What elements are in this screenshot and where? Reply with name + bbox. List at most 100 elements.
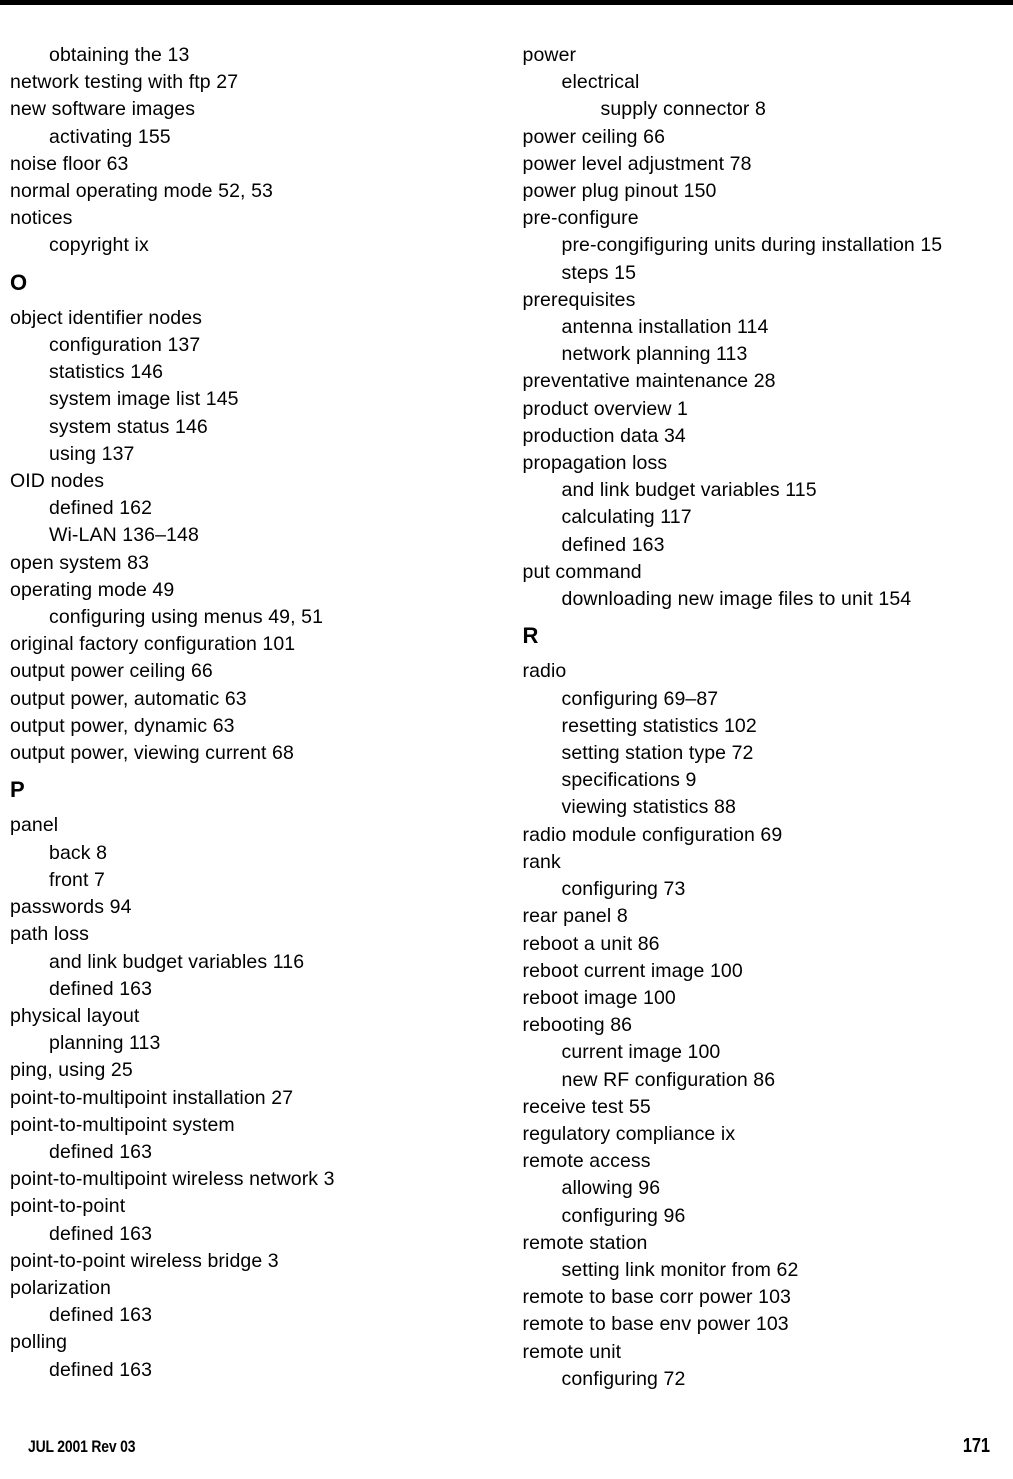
index-entry: power level adjustment 78 bbox=[522, 152, 752, 175]
index-subentry: allowing 96 bbox=[561, 1177, 661, 1200]
index-entry: point-to-multipoint installation 27 bbox=[10, 1086, 294, 1109]
index-entry: power bbox=[522, 44, 577, 66]
index-section-letter: R bbox=[522, 623, 539, 649]
index-entry: polarization bbox=[10, 1276, 111, 1299]
page-number: 171 bbox=[963, 1435, 990, 1457]
index-subentry: electrical bbox=[561, 71, 640, 94]
index-entry: output power, dynamic 63 bbox=[10, 714, 235, 737]
index-subentry: activating 155 bbox=[49, 125, 171, 148]
page-footer: JUL 2001 Rev 03 171 bbox=[0, 1432, 1013, 1464]
index-subentry: configuring 69–87 bbox=[561, 687, 719, 710]
index-entry: point-to-point wireless bridge 3 bbox=[10, 1249, 279, 1272]
index-subentry: current image 100 bbox=[561, 1041, 721, 1064]
index-subentry: defined 163 bbox=[49, 1304, 153, 1327]
index-subentry: resetting statistics 102 bbox=[561, 714, 757, 737]
index-entry: physical layout bbox=[10, 1004, 140, 1027]
index-entry: rear panel 8 bbox=[522, 905, 628, 928]
index-subentry: new RF configuration 86 bbox=[561, 1068, 776, 1091]
index-subentry: statistics 146 bbox=[49, 361, 164, 384]
index-entry: remote unit bbox=[522, 1340, 622, 1363]
index-entry: put command bbox=[522, 560, 642, 583]
index-column-right: power electrical supply connector 8 power c… bbox=[501, 42, 1013, 1390]
index-entry: output power, viewing current 68 bbox=[10, 742, 294, 765]
index-subentry: planning 113 bbox=[49, 1032, 161, 1055]
index-entry: operating mode 49 bbox=[10, 578, 175, 601]
index-body: obtaining the 13 network testing with ftp… bbox=[0, 42, 1013, 1390]
index-subentry: using 137 bbox=[49, 442, 135, 465]
index-entry: power ceiling 66 bbox=[522, 125, 666, 148]
index-subentry: network planning 113 bbox=[561, 343, 748, 366]
index-entry: receive test 55 bbox=[522, 1095, 651, 1118]
index-subentry: and link budget variables 116 bbox=[49, 950, 305, 973]
index-entry: network testing with ftp 27 bbox=[10, 71, 239, 94]
index-subentry: viewing statistics 88 bbox=[561, 796, 736, 819]
index-subentry: configuring 73 bbox=[561, 878, 686, 901]
index-subentry: antenna installation 114 bbox=[561, 316, 769, 339]
index-subentry: back 8 bbox=[49, 841, 108, 864]
index-entry: rebooting 86 bbox=[522, 1014, 633, 1037]
index-subentry: defined 163 bbox=[561, 533, 665, 556]
index-subentry: setting station type 72 bbox=[561, 742, 754, 765]
page-top-rule bbox=[0, 0, 1013, 5]
index-subentry: setting link monitor from 62 bbox=[561, 1258, 799, 1281]
index-entry: regulatory compliance ix bbox=[522, 1122, 736, 1145]
index-subentry: obtaining the 13 bbox=[49, 44, 190, 66]
index-subentry: configuring 96 bbox=[561, 1204, 686, 1227]
index-entry: noise floor 63 bbox=[10, 152, 129, 175]
index-entry: polling bbox=[10, 1331, 68, 1354]
index-entry: output power, automatic 63 bbox=[10, 687, 247, 710]
index-entry: original factory configuration 101 bbox=[10, 633, 296, 656]
index-entry: propagation loss bbox=[522, 452, 668, 475]
index-entry: open system 83 bbox=[10, 551, 150, 574]
index-entry: normal operating mode 52, 53 bbox=[10, 180, 273, 203]
index-subentry: front 7 bbox=[49, 868, 105, 891]
footer-revision-text: JUL 2001 Rev 03 bbox=[28, 1437, 136, 1456]
index-entry: point-to-multipoint wireless network 3 bbox=[10, 1168, 335, 1191]
index-entry: notices bbox=[10, 207, 73, 230]
index-subentry: copyright ix bbox=[49, 234, 149, 257]
index-subentry: defined 163 bbox=[49, 1140, 153, 1163]
index-entry: preventative maintenance 28 bbox=[522, 370, 776, 393]
index-section-letter: O bbox=[10, 269, 28, 295]
index-entry: reboot image 100 bbox=[522, 986, 676, 1009]
index-entry: production data 34 bbox=[522, 424, 686, 447]
index-entry: remote access bbox=[522, 1150, 651, 1173]
index-section-letter: P bbox=[10, 777, 25, 803]
index-entry: point-to-multipoint system bbox=[10, 1113, 235, 1136]
index-subentry: defined 163 bbox=[49, 977, 153, 1000]
index-entry: panel bbox=[10, 814, 59, 837]
index-column-left: obtaining the 13 network testing with ftp… bbox=[0, 42, 501, 1382]
index-entry: remote to base env power 103 bbox=[522, 1313, 789, 1336]
index-entry: remote station bbox=[522, 1231, 648, 1254]
index-entry: path loss bbox=[10, 923, 89, 946]
index-entry: rank bbox=[522, 850, 561, 873]
index-subentry: supply connector 8 bbox=[600, 98, 766, 121]
index-entry: pre-configure bbox=[522, 207, 639, 230]
index-subentry: configuring using menus 49, 51 bbox=[49, 606, 324, 629]
index-entry: object identifier nodes bbox=[10, 306, 203, 329]
index-entry: new software images bbox=[10, 98, 196, 121]
index-subentry: pre-congifiguring units during installat… bbox=[561, 234, 943, 257]
index-subentry: configuration 137 bbox=[49, 334, 201, 357]
index-entry: reboot a unit 86 bbox=[522, 932, 660, 955]
index-entry: radio module configuration 69 bbox=[522, 823, 783, 846]
index-subentry: system status 146 bbox=[49, 415, 208, 438]
index-subentry: calculating 117 bbox=[561, 506, 692, 529]
index-entry: ping, using 25 bbox=[10, 1059, 133, 1082]
index-entry: OID nodes bbox=[10, 470, 105, 493]
index-entry: prerequisites bbox=[522, 288, 636, 311]
index-entry: radio bbox=[522, 660, 567, 683]
index-entry: point-to-point bbox=[10, 1195, 126, 1218]
index-subentry: downloading new image files to unit 154 bbox=[561, 588, 912, 611]
index-subentry: specifications 9 bbox=[561, 769, 697, 792]
index-subentry: steps 15 bbox=[561, 261, 637, 284]
index-entry: remote to base corr power 103 bbox=[522, 1286, 791, 1309]
index-subentry: configuring 72 bbox=[561, 1367, 686, 1390]
index-entry: output power ceiling 66 bbox=[10, 660, 213, 683]
index-subentry: defined 163 bbox=[49, 1222, 153, 1245]
index-entry: product overview 1 bbox=[522, 397, 688, 420]
index-entry: reboot current image 100 bbox=[522, 959, 743, 982]
index-subentry: Wi-LAN 136–148 bbox=[49, 524, 199, 547]
index-subentry: and link budget variables 115 bbox=[561, 479, 817, 502]
index-subentry: defined 162 bbox=[49, 497, 153, 520]
